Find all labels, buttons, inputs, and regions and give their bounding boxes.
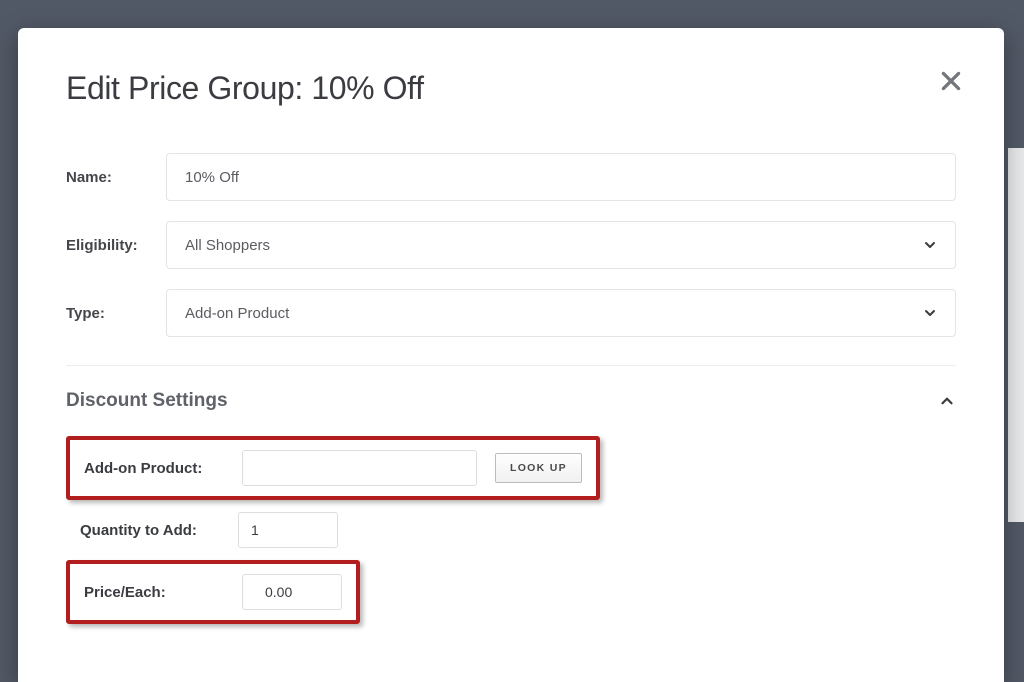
close-icon[interactable]: [938, 68, 964, 94]
type-value: Add-on Product: [185, 305, 289, 322]
discount-settings-header[interactable]: Discount Settings: [66, 390, 956, 412]
scrollbar-track[interactable]: [1008, 148, 1024, 522]
chevron-up-icon: [938, 392, 956, 410]
eligibility-value: All Shoppers: [185, 237, 270, 254]
lookup-button[interactable]: LOOK UP: [495, 453, 582, 483]
edit-price-group-modal: Edit Price Group: 10% Off Name: Eligibil…: [18, 28, 1004, 682]
quantity-label: Quantity to Add:: [80, 522, 220, 539]
type-row: Type: Add-on Product: [66, 289, 956, 337]
addon-product-input[interactable]: [242, 450, 477, 486]
quantity-input[interactable]: [238, 512, 338, 548]
name-input[interactable]: [166, 153, 956, 201]
modal-title: Edit Price Group: 10% Off: [66, 70, 956, 107]
eligibility-row: Eligibility: All Shoppers: [66, 221, 956, 269]
quantity-row: Quantity to Add:: [66, 512, 956, 548]
type-select[interactable]: Add-on Product: [166, 289, 956, 337]
price-each-input[interactable]: [242, 574, 342, 610]
discount-settings-body: Add-on Product: LOOK UP Quantity to Add:…: [66, 436, 956, 624]
price-each-highlight: Price/Each:: [66, 560, 360, 624]
price-each-label: Price/Each:: [84, 584, 224, 601]
addon-product-highlight: Add-on Product: LOOK UP: [66, 436, 600, 500]
eligibility-select[interactable]: All Shoppers: [166, 221, 956, 269]
type-label: Type:: [66, 305, 166, 322]
name-label: Name:: [66, 169, 166, 186]
addon-product-label: Add-on Product:: [84, 460, 224, 477]
divider: [66, 365, 956, 366]
name-row: Name:: [66, 153, 956, 201]
eligibility-label: Eligibility:: [66, 237, 166, 254]
section-title: Discount Settings: [66, 390, 228, 412]
